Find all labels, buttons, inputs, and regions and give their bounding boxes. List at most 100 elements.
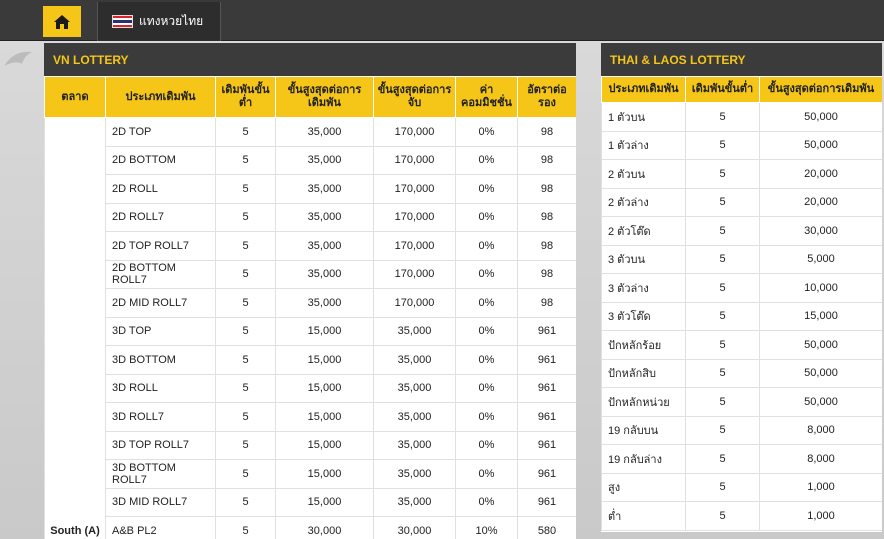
table-cell: 3D TOP ROLL7 — [105, 430, 216, 460]
table-row: 2 ตัวล่าง 5 20,000 — [601, 187, 882, 217]
table-cell: 0% — [455, 288, 518, 318]
table-row: 3 ตัวบน 5 5,000 — [601, 244, 882, 274]
table-cell: 20,000 — [759, 187, 882, 217]
home-button[interactable] — [43, 6, 81, 37]
table-cell: 0% — [455, 174, 518, 204]
table-cell: 35,000 — [275, 145, 374, 175]
table-row: 2 ตัวโต๊ด 5 30,000 — [601, 216, 882, 246]
table-row: 2D BOTTOM 5 35,000 170,000 0% 98 — [45, 145, 576, 175]
table-cell: สูง — [601, 472, 686, 502]
table-cell: 961 — [517, 402, 576, 432]
thai-header-min-bet: เดิมพันขั้นต่ำ — [685, 76, 760, 103]
table-cell: 35,000 — [373, 430, 456, 460]
table-cell: 35,000 — [373, 373, 456, 403]
table-cell: 0% — [455, 117, 518, 147]
table-cell: 5 — [215, 288, 276, 318]
table-cell: 98 — [517, 202, 576, 232]
table-cell: 5 — [215, 117, 276, 147]
table-row: 3D MID ROLL7 5 15,000 35,000 0% 961 — [45, 487, 576, 517]
table-cell: 35,000 — [373, 345, 456, 375]
vn-header-max-per-number: ขั้นสูงสุดต่อการจับ — [373, 76, 456, 118]
table-cell: 0% — [455, 373, 518, 403]
table-row: 3D TOP 5 15,000 35,000 0% 961 — [45, 316, 576, 346]
table-cell: 170,000 — [373, 288, 456, 318]
table-row: ปักหลักร้อย 5 50,000 — [601, 330, 882, 360]
table-cell: 5 — [685, 444, 760, 474]
table-row: 3D ROLL7 5 15,000 35,000 0% 961 — [45, 402, 576, 432]
table-row: 1 ตัวบน 5 50,000 — [601, 102, 882, 132]
table-cell: 961 — [517, 487, 576, 517]
table-cell: 1,000 — [759, 472, 882, 502]
table-cell: 961 — [517, 459, 576, 489]
table-cell: 3D BOTTOM — [105, 345, 216, 375]
table-cell: 580 — [517, 516, 576, 539]
table-row: South (A) 2D TOP 5 35,000 170,000 0% 98 — [44, 117, 576, 539]
table-cell: 15,000 — [275, 487, 374, 517]
table-cell: 5 — [685, 301, 760, 331]
table-cell: 8,000 — [759, 444, 882, 474]
table-cell: 98 — [517, 259, 576, 289]
table-cell: 0% — [455, 402, 518, 432]
thai-header-bet-type: ประเภทเดิมพัน — [601, 76, 686, 103]
thai-table-header-row: ประเภทเดิมพัน เดิมพันขั้นต่ำ ขั้นสูงสุดต… — [601, 76, 882, 103]
table-cell: 5 — [685, 130, 760, 160]
table-cell: 2D TOP ROLL7 — [105, 231, 216, 261]
table-row: ปักหลักหน่วย 5 50,000 — [601, 387, 882, 417]
table-cell: 5 — [685, 159, 760, 189]
table-row: สูง 5 1,000 — [601, 472, 882, 502]
table-cell: 3D ROLL7 — [105, 402, 216, 432]
table-cell: 50,000 — [759, 102, 882, 132]
table-cell: 50,000 — [759, 358, 882, 388]
thai-laos-lottery-panel: THAI & LAOS LOTTERY ประเภทเดิมพัน เดิมพั… — [601, 43, 882, 532]
home-icon — [54, 14, 70, 29]
table-row: 3D ROLL 5 15,000 35,000 0% 961 — [45, 373, 576, 403]
table-cell: 50,000 — [759, 130, 882, 160]
table-cell: 98 — [517, 145, 576, 175]
table-cell: 2D TOP — [105, 117, 216, 147]
table-cell: 5 — [215, 316, 276, 346]
table-cell: 2D BOTTOM ROLL7 — [105, 259, 216, 289]
vn-header-commission: ค่าคอมมิชชั่น — [455, 76, 518, 118]
table-cell: 2 ตัวบน — [601, 159, 686, 189]
vn-header-market: ตลาด — [44, 76, 106, 118]
table-cell: 0% — [455, 145, 518, 175]
table-cell: 98 — [517, 117, 576, 147]
table-row: 3 ตัวโต๊ด 5 15,000 — [601, 301, 882, 331]
table-cell: 15,000 — [275, 345, 374, 375]
table-cell: 1 ตัวล่าง — [601, 130, 686, 160]
table-cell: 0% — [455, 316, 518, 346]
table-cell: 35,000 — [373, 487, 456, 517]
table-cell: ปักหลักร้อย — [601, 330, 686, 360]
table-cell: 961 — [517, 316, 576, 346]
table-cell: 5 — [685, 216, 760, 246]
table-cell: 15,000 — [275, 430, 374, 460]
table-cell: 170,000 — [373, 202, 456, 232]
thai-lottery-tab[interactable]: แทงหวยไทย — [97, 2, 221, 41]
thai-lottery-tab-label: แทงหวยไทย — [139, 14, 204, 28]
table-cell: 35,000 — [275, 288, 374, 318]
table-row: 1 ตัวล่าง 5 50,000 — [601, 130, 882, 160]
table-cell: 170,000 — [373, 231, 456, 261]
table-cell: 170,000 — [373, 117, 456, 147]
table-cell: 35,000 — [275, 259, 374, 289]
table-cell: 5 — [685, 273, 760, 303]
table-cell: 5 — [215, 259, 276, 289]
table-cell: A&B PL2 — [105, 516, 216, 539]
table-row: 2 ตัวบน 5 20,000 — [601, 159, 882, 189]
table-row: 3D BOTTOM ROLL7 5 15,000 35,000 0% 961 — [45, 459, 576, 489]
table-cell: 2D ROLL7 — [105, 202, 216, 232]
table-cell: 15,000 — [275, 316, 374, 346]
table-cell: 5 — [685, 102, 760, 132]
table-cell: 15,000 — [759, 301, 882, 331]
table-cell: 5 — [215, 430, 276, 460]
table-cell: 3D ROLL — [105, 373, 216, 403]
vn-header-max-per-bet: ขั้นสูงสุดต่อการเดิมพัน — [275, 76, 374, 118]
table-cell: 8,000 — [759, 415, 882, 445]
table-cell: 5 — [685, 330, 760, 360]
table-cell: 20,000 — [759, 159, 882, 189]
table-cell: 2 ตัวล่าง — [601, 187, 686, 217]
table-cell: 3D MID ROLL7 — [105, 487, 216, 517]
vn-lottery-panel: VN LOTTERY ตลาด ประเภทเดิมพัน เดิมพันขั้… — [44, 43, 576, 539]
table-row: A&B PL2 5 30,000 30,000 10% 580 — [45, 516, 576, 539]
table-cell: 35,000 — [275, 117, 374, 147]
